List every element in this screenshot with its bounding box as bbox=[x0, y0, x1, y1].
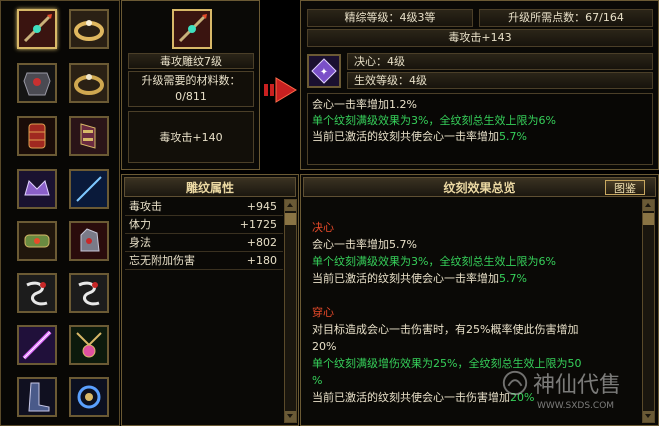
attr-bonus-box: 毒攻击+140 bbox=[128, 111, 254, 163]
desc-line-3-value: 5.7% bbox=[499, 130, 527, 143]
section-1-line-2: 单个纹刻满级效果为3%，全纹刻总生效上限为6% bbox=[312, 255, 556, 268]
section-2-line-1: 对目标造成会心一击伤害时，有25%概率使此伤害增加 bbox=[312, 323, 579, 336]
item-info-panel: 毒攻雕纹7级 升级需要的材料数： 0/811 毒攻击+140 bbox=[121, 0, 260, 170]
attrs-table: 毒攻击 +945 体力 +1725 身法 +802 忘无附加伤害 +180 bbox=[125, 199, 283, 425]
materials-box: 升级需要的材料数： 0/811 bbox=[128, 71, 254, 107]
effect-level-bar: 生效等级：4级 bbox=[347, 72, 653, 89]
slot-ring-1[interactable] bbox=[69, 9, 109, 49]
level-bar: 精综等级：4级3等 bbox=[307, 9, 473, 27]
watermark-url: WWW.SXDS.COM bbox=[537, 401, 615, 411]
attr-row: 体力 +1725 bbox=[125, 217, 283, 234]
engrave-icon: ✦ bbox=[311, 58, 337, 84]
watermark-text: 神仙代售 bbox=[533, 373, 622, 398]
slot-gauntlet[interactable] bbox=[17, 221, 57, 261]
scroll-down-button[interactable] bbox=[285, 411, 296, 422]
section-1-line-3: 当前已激活的纹刻共使会心一击率增加5.7% bbox=[312, 270, 527, 287]
watermark: 神仙代售 WWW.SXDS.COM bbox=[497, 365, 647, 423]
tassel-icon bbox=[71, 275, 107, 311]
gear-grid bbox=[0, 0, 120, 426]
resolve-bar: 决心：4级 bbox=[347, 53, 653, 70]
selected-item-slot bbox=[172, 9, 212, 49]
gauntlet-icon bbox=[71, 223, 107, 259]
attrs-scrollbar[interactable] bbox=[284, 199, 297, 423]
section-1-line-1: 会心一击率增加5.7% bbox=[312, 238, 417, 251]
desc-line-3-text: 当前已激活的纹刻共使会心一击率增加 bbox=[312, 130, 499, 143]
summary-panel: 纹刻效果总览 图鉴 决心 会心一击率增加5.7% 单个纹刻满级效果为3%，全纹刻… bbox=[300, 174, 659, 426]
attr-value: +802 bbox=[246, 236, 277, 249]
attr-row: 身法 +802 bbox=[125, 235, 283, 252]
materials-value: 0/811 bbox=[175, 90, 207, 103]
attr-name: 毒攻击 bbox=[129, 200, 162, 213]
slot-boots[interactable] bbox=[17, 377, 57, 417]
attr-name: 体力 bbox=[129, 218, 151, 231]
scroll-thumb[interactable] bbox=[643, 213, 654, 225]
slot-tassel-2[interactable] bbox=[69, 273, 109, 313]
slot-bracer[interactable] bbox=[17, 116, 57, 156]
target-attr-bar: 毒攻击+143 bbox=[307, 29, 653, 47]
boots-icon bbox=[19, 379, 55, 415]
section-1-line-3-value: 5.7% bbox=[499, 272, 527, 285]
upgrade-preview-panel: 精综等级：4级3等 升级所需点数：67/164 毒攻击+143 ✦ 决心：4级 … bbox=[300, 0, 659, 170]
bracer-icon bbox=[71, 118, 107, 154]
attr-bonus: 毒攻击+140 bbox=[159, 131, 223, 144]
summary-title: 纹刻效果总览 bbox=[303, 177, 656, 197]
materials-label: 升级需要的材料数： bbox=[141, 74, 241, 87]
ring-icon bbox=[71, 65, 107, 101]
slot-ornament[interactable] bbox=[69, 377, 109, 417]
attr-row: 毒攻击 +945 bbox=[125, 199, 283, 216]
section-1-title: 决心 bbox=[312, 221, 334, 234]
slot-armor[interactable] bbox=[17, 63, 57, 103]
scroll-up-button[interactable] bbox=[285, 200, 296, 211]
section-1-line-3-text: 当前已激活的纹刻共使会心一击率增加 bbox=[312, 272, 499, 285]
svg-text:✦: ✦ bbox=[320, 67, 328, 78]
armor-icon bbox=[19, 65, 55, 101]
slot-blade[interactable] bbox=[69, 169, 109, 209]
crown-icon bbox=[19, 171, 55, 207]
slot-sword[interactable] bbox=[17, 325, 57, 365]
slot-spear[interactable] bbox=[17, 9, 57, 49]
slot-needle[interactable] bbox=[69, 116, 109, 156]
attr-value: +1725 bbox=[239, 218, 277, 231]
section-2-line-2b: % bbox=[312, 374, 323, 387]
scroll-up-button[interactable] bbox=[643, 200, 654, 211]
tassel-icon bbox=[19, 275, 55, 311]
spear-icon bbox=[178, 14, 207, 43]
desc-line-3: 当前已激活的纹刻共使会心一击率增加5.7% bbox=[312, 129, 527, 145]
ornament-icon bbox=[71, 379, 107, 415]
desc-line-2: 单个纹刻满级效果为3%，全纹刻总生效上限为6% bbox=[312, 114, 556, 127]
attrs-title: 雕纹属性 bbox=[124, 177, 296, 197]
engrave-icon-slot: ✦ bbox=[307, 54, 341, 88]
attr-row: 忘无附加伤害 +180 bbox=[125, 253, 283, 270]
attr-name: 忘无附加伤害 bbox=[129, 254, 195, 267]
upgrade-arrow-icon bbox=[262, 72, 300, 108]
attr-value: +180 bbox=[246, 254, 277, 267]
slot-crown[interactable] bbox=[17, 169, 57, 209]
section-2-line-1b: 20% bbox=[312, 340, 337, 353]
needle-icon bbox=[71, 171, 107, 207]
slot-pendant[interactable] bbox=[69, 325, 109, 365]
effect-desc-box: 会心一击率增加1.2% 单个纹刻满级效果为3%，全纹刻总生效上限为6% 当前已激… bbox=[307, 93, 653, 165]
scroll-thumb[interactable] bbox=[285, 213, 296, 225]
item-name: 毒攻雕纹7级 bbox=[128, 53, 254, 69]
blade-icon bbox=[19, 327, 55, 363]
section-2-title: 穿心 bbox=[312, 306, 334, 319]
slot-tassel-1[interactable] bbox=[17, 273, 57, 313]
section-2-line-3-text: 当前已激活的纹刻共使会心一击伤害增加 bbox=[312, 391, 510, 404]
slot-ring-2[interactable] bbox=[69, 63, 109, 103]
spear-icon bbox=[19, 11, 55, 47]
gauntlet-icon bbox=[19, 223, 55, 259]
codex-button[interactable]: 图鉴 bbox=[605, 180, 645, 195]
desc-line-1: 会心一击率增加1.2% bbox=[312, 98, 417, 111]
bracer-icon bbox=[19, 118, 55, 154]
attr-value: +945 bbox=[246, 200, 277, 213]
pendant-icon bbox=[71, 327, 107, 363]
ring-icon bbox=[71, 11, 107, 47]
attr-name: 身法 bbox=[129, 236, 151, 249]
slot-glove[interactable] bbox=[69, 221, 109, 261]
engrave-attrs-panel: 雕纹属性 毒攻击 +945 体力 +1725 身法 +802 忘无附加伤害 +180 bbox=[121, 174, 299, 426]
points-bar: 升级所需点数：67/164 bbox=[479, 9, 653, 27]
watermark-logo-icon bbox=[502, 370, 528, 396]
